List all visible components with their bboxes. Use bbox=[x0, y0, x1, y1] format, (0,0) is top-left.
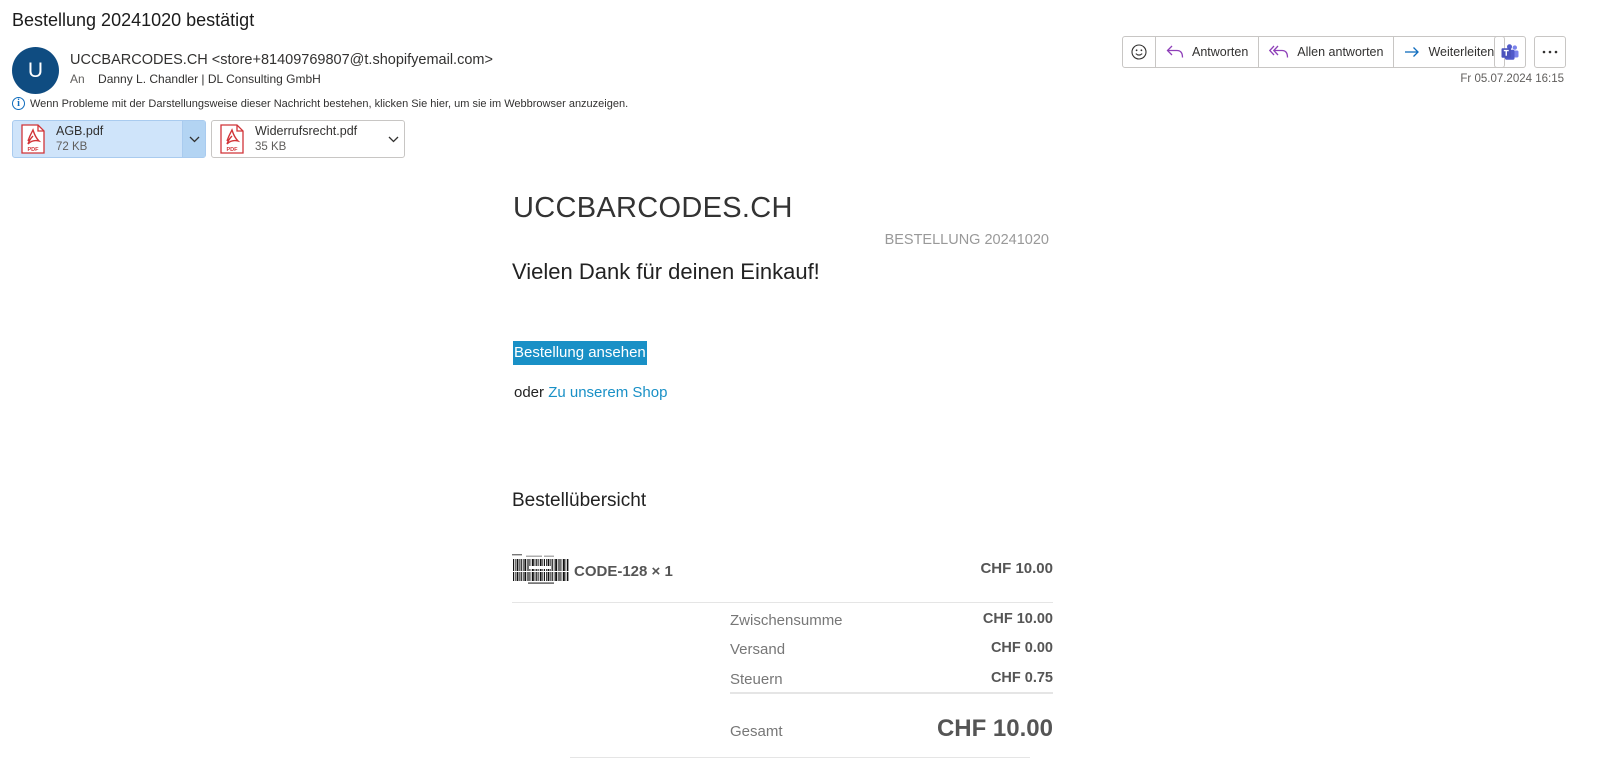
sender-avatar[interactable]: U bbox=[12, 47, 59, 94]
recipient-line: An Danny L. Chandler | DL Consulting Gmb… bbox=[70, 72, 321, 86]
or-text: oder bbox=[514, 384, 545, 401]
forward-button[interactable]: Weiterleiten bbox=[1394, 37, 1504, 67]
chevron-down-icon bbox=[388, 136, 398, 142]
svg-text:PDF: PDF bbox=[28, 147, 40, 153]
reply-icon bbox=[1166, 45, 1184, 58]
more-icon bbox=[1542, 50, 1558, 54]
tax-value: CHF 0.75 bbox=[990, 670, 1053, 686]
reply-all-label: Allen antworten bbox=[1297, 45, 1384, 59]
item-price: CHF 10.00 bbox=[980, 560, 1053, 577]
subtotal-label: Zwischensumme bbox=[730, 612, 843, 629]
pdf-icon: PDF bbox=[21, 124, 45, 154]
smiley-icon bbox=[1131, 44, 1147, 60]
bottom-divider bbox=[570, 757, 1030, 758]
shipping-value: CHF 0.00 bbox=[990, 640, 1053, 656]
barcode-image bbox=[512, 554, 570, 585]
order-summary-heading: Bestellübersicht bbox=[512, 490, 647, 511]
tax-label: Steuern bbox=[730, 671, 783, 688]
react-button[interactable] bbox=[1123, 37, 1156, 67]
attachment-menu-button[interactable] bbox=[182, 121, 205, 157]
message-actions-toolbar: Antworten Allen antworten Weiterleiten bbox=[1122, 36, 1506, 68]
attachment-name: AGB.pdf bbox=[56, 123, 104, 138]
teams-icon bbox=[1501, 43, 1519, 60]
item-name: CODE-128 × 1 bbox=[574, 563, 673, 580]
thank-you-heading: Vielen Dank für deinen Einkauf! bbox=[512, 259, 820, 284]
total-label: Gesamt bbox=[730, 723, 783, 740]
reply-label: Antworten bbox=[1192, 45, 1249, 59]
order-number: BESTELLUNG 20241020 bbox=[884, 232, 1049, 248]
attachment-agb[interactable]: PDF AGB.pdf 72 KB bbox=[12, 120, 206, 158]
received-date: Fr 05.07.2024 16:15 bbox=[1460, 73, 1564, 85]
chevron-down-icon bbox=[189, 136, 199, 142]
sender-address[interactable]: UCCBARCODES.CH <store+81409769807@t.shop… bbox=[70, 52, 493, 68]
totals-divider bbox=[730, 692, 1053, 694]
attachment-meta: Widerrufsrecht.pdf 35 KB bbox=[255, 124, 382, 155]
attachment-menu-button[interactable] bbox=[382, 121, 404, 157]
pdf-icon: PDF bbox=[220, 124, 244, 154]
display-info-bar[interactable]: i Wenn Probleme mit der Darstellungsweis… bbox=[12, 97, 628, 110]
attachment-widerrufsrecht[interactable]: PDF Widerrufsrecht.pdf 35 KB bbox=[211, 120, 405, 158]
total-value: CHF 10.00 bbox=[936, 715, 1053, 742]
attachment-name: Widerrufsrecht.pdf bbox=[255, 123, 358, 138]
info-icon: i bbox=[12, 97, 25, 110]
forward-arrow-icon bbox=[1405, 47, 1420, 57]
recipient-name[interactable]: Danny L. Chandler | DL Consulting GmbH bbox=[98, 72, 321, 86]
more-actions-button[interactable] bbox=[1534, 36, 1566, 68]
shop-link[interactable]: Zu unserem Shop bbox=[548, 384, 667, 401]
reply-all-icon bbox=[1269, 45, 1289, 58]
or-shop-line: oder Zu unserem Shop bbox=[514, 384, 667, 401]
reply-button[interactable]: Antworten bbox=[1156, 37, 1260, 67]
attachment-size: 72 KB bbox=[56, 140, 88, 153]
shipping-label: Versand bbox=[730, 641, 786, 658]
view-order-button[interactable]: Bestellung ansehen bbox=[513, 341, 647, 365]
item-divider bbox=[512, 602, 1053, 603]
teams-button[interactable] bbox=[1494, 36, 1526, 68]
shop-title: UCCBARCODES.CH bbox=[513, 192, 793, 224]
svg-text:PDF: PDF bbox=[227, 147, 239, 153]
attachment-meta: AGB.pdf 72 KB bbox=[56, 124, 182, 155]
forward-label: Weiterleiten bbox=[1428, 45, 1495, 59]
to-label: An bbox=[70, 72, 85, 86]
email-subject: Bestellung 20241020 bestätigt bbox=[12, 10, 255, 30]
subtotal-value: CHF 10.00 bbox=[982, 611, 1053, 627]
reply-all-button[interactable]: Allen antworten bbox=[1259, 37, 1395, 67]
attachment-size: 35 KB bbox=[255, 140, 287, 153]
display-info-text[interactable]: Wenn Probleme mit der Darstellungsweise … bbox=[30, 98, 628, 110]
